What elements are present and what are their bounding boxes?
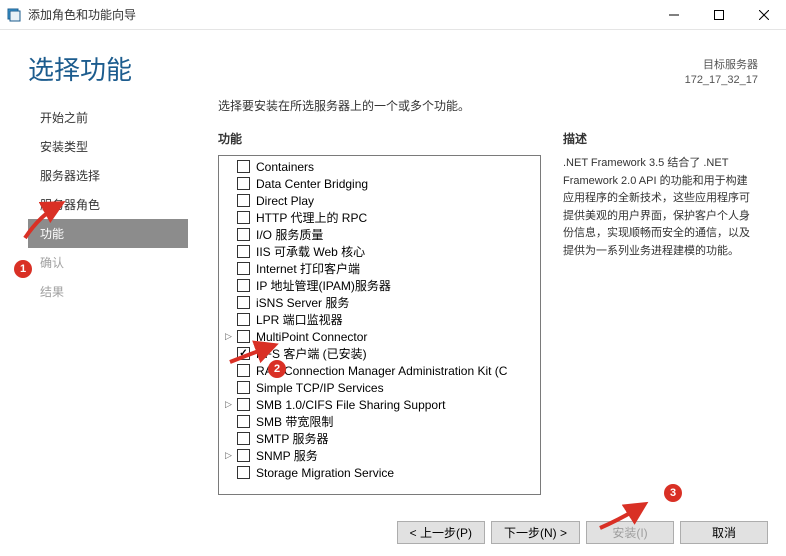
feature-row[interactable]: NFS 客户端 (已安装) — [219, 345, 540, 362]
feature-row[interactable]: Storage Migration Service — [219, 464, 540, 481]
feature-label: iSNS Server 服务 — [256, 294, 349, 311]
description-text: .NET Framework 3.5 结合了 .NET Framework 2.… — [563, 155, 758, 261]
feature-checkbox[interactable] — [237, 347, 250, 360]
feature-label: LPR 端口监视器 — [256, 311, 343, 328]
expand-icon[interactable]: ▷ — [223, 450, 234, 461]
feature-label: NFS 客户端 (已安装) — [256, 345, 367, 362]
titlebar: 添加角色和功能向导 — [0, 0, 786, 30]
feature-checkbox[interactable] — [237, 160, 250, 173]
feature-row[interactable]: Simple TCP/IP Services — [219, 379, 540, 396]
feature-checkbox[interactable] — [237, 279, 250, 292]
window-title: 添加角色和功能向导 — [28, 6, 651, 23]
feature-label: Data Center Bridging — [256, 177, 368, 191]
maximize-button[interactable] — [696, 0, 741, 30]
sidebar-item-2[interactable]: 服务器选择 — [28, 161, 188, 190]
sidebar-item-3[interactable]: 服务器角色 — [28, 190, 188, 219]
wizard-buttons: < 上一步(P) 下一步(N) > 安装(I) 取消 — [397, 521, 768, 544]
sidebar-item-4[interactable]: 功能 — [28, 219, 188, 248]
features-column: 功能 Containers Data Center Bridging Direct … — [218, 130, 541, 495]
previous-button[interactable]: < 上一步(P) — [397, 521, 485, 544]
app-icon — [6, 7, 22, 23]
description-column: 描述 .NET Framework 3.5 结合了 .NET Framework… — [563, 130, 758, 495]
feature-label: Simple TCP/IP Services — [256, 381, 384, 395]
target-server-value: 172_17_32_17 — [685, 73, 758, 88]
feature-checkbox[interactable] — [237, 415, 250, 428]
feature-checkbox[interactable] — [237, 313, 250, 326]
sidebar-item-5[interactable]: 确认 — [28, 248, 188, 277]
feature-checkbox[interactable] — [237, 296, 250, 309]
feature-checkbox[interactable] — [237, 245, 250, 258]
minimize-button[interactable] — [651, 0, 696, 30]
window-controls — [651, 0, 786, 30]
expand-icon[interactable]: ▷ — [223, 331, 234, 342]
feature-row[interactable]: SMB 带宽限制 — [219, 413, 540, 430]
feature-row[interactable]: iSNS Server 服务 — [219, 294, 540, 311]
feature-label: Internet 打印客户端 — [256, 260, 360, 277]
feature-label: IIS 可承载 Web 核心 — [256, 243, 365, 260]
main-area: 开始之前安装类型服务器选择服务器角色功能确认结果 选择要安装在所选服务器上的一个… — [0, 97, 786, 495]
feature-checkbox[interactable] — [237, 466, 250, 479]
feature-columns: 功能 Containers Data Center Bridging Direct … — [218, 130, 758, 495]
feature-row[interactable]: RAS Connection Manager Administration Ki… — [219, 362, 540, 379]
feature-row[interactable]: IIS 可承载 Web 核心 — [219, 243, 540, 260]
feature-checkbox[interactable] — [237, 177, 250, 190]
feature-checkbox[interactable] — [237, 262, 250, 275]
feature-row[interactable]: I/O 服务质量 — [219, 226, 540, 243]
next-button[interactable]: 下一步(N) > — [491, 521, 580, 544]
expand-icon[interactable]: ▷ — [223, 399, 234, 410]
page-title: 选择功能 — [28, 50, 758, 87]
feature-label: SMB 1.0/CIFS File Sharing Support — [256, 398, 445, 412]
feature-label: SMB 带宽限制 — [256, 413, 333, 430]
feature-checkbox[interactable] — [237, 228, 250, 241]
feature-label: Containers — [256, 160, 314, 174]
feature-row[interactable]: HTTP 代理上的 RPC — [219, 209, 540, 226]
feature-row[interactable]: IP 地址管理(IPAM)服务器 — [219, 277, 540, 294]
instruction-text: 选择要安装在所选服务器上的一个或多个功能。 — [218, 97, 758, 114]
feature-label: SNMP 服务 — [256, 447, 318, 464]
sidebar-item-0[interactable]: 开始之前 — [28, 103, 188, 132]
feature-checkbox[interactable] — [237, 449, 250, 462]
content-area: 选择要安装在所选服务器上的一个或多个功能。 功能 Containers Data … — [188, 97, 758, 495]
feature-label: Direct Play — [256, 194, 314, 208]
feature-row[interactable]: ▷ SNMP 服务 — [219, 447, 540, 464]
feature-label: HTTP 代理上的 RPC — [256, 209, 367, 226]
header: 选择功能 目标服务器 172_17_32_17 — [0, 30, 786, 97]
feature-checkbox[interactable] — [237, 194, 250, 207]
feature-row[interactable]: Direct Play — [219, 192, 540, 209]
feature-row[interactable]: Containers — [219, 158, 540, 175]
feature-row[interactable]: LPR 端口监视器 — [219, 311, 540, 328]
feature-checkbox[interactable] — [237, 398, 250, 411]
sidebar-item-6[interactable]: 结果 — [28, 277, 188, 306]
feature-row[interactable]: Data Center Bridging — [219, 175, 540, 192]
feature-row[interactable]: SMTP 服务器 — [219, 430, 540, 447]
feature-label: MultiPoint Connector — [256, 330, 367, 344]
wizard-sidebar: 开始之前安装类型服务器选择服务器角色功能确认结果 — [28, 97, 188, 495]
target-server-info: 目标服务器 172_17_32_17 — [685, 58, 758, 89]
features-tree[interactable]: Containers Data Center Bridging Direct Pla… — [218, 155, 541, 495]
sidebar-item-1[interactable]: 安装类型 — [28, 132, 188, 161]
target-server-label: 目标服务器 — [685, 58, 758, 73]
feature-checkbox[interactable] — [237, 211, 250, 224]
feature-row[interactable]: Internet 打印客户端 — [219, 260, 540, 277]
feature-label: Storage Migration Service — [256, 466, 394, 480]
feature-label: I/O 服务质量 — [256, 226, 323, 243]
features-heading: 功能 — [218, 130, 541, 147]
feature-row[interactable]: ▷ MultiPoint Connector — [219, 328, 540, 345]
feature-checkbox[interactable] — [237, 330, 250, 343]
feature-label: SMTP 服务器 — [256, 430, 328, 447]
cancel-button[interactable]: 取消 — [680, 521, 768, 544]
feature-label: IP 地址管理(IPAM)服务器 — [256, 277, 391, 294]
close-button[interactable] — [741, 0, 786, 30]
install-button[interactable]: 安装(I) — [586, 521, 674, 544]
feature-label: RAS Connection Manager Administration Ki… — [256, 364, 507, 378]
feature-checkbox[interactable] — [237, 432, 250, 445]
description-heading: 描述 — [563, 130, 758, 147]
feature-checkbox[interactable] — [237, 364, 250, 377]
feature-row[interactable]: ▷ SMB 1.0/CIFS File Sharing Support — [219, 396, 540, 413]
feature-checkbox[interactable] — [237, 381, 250, 394]
